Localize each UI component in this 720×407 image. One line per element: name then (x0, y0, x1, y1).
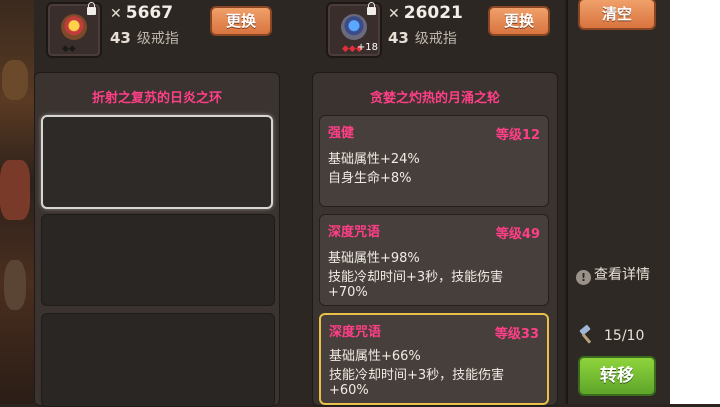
right-ring-slot[interactable]: ◆◆◆ +18 (326, 2, 382, 58)
affix-level: 等级33 (494, 327, 539, 342)
left-change-button[interactable]: 更换 (210, 6, 272, 36)
affix-line: 技能冷却时间+3秒，技能伤害 (329, 368, 505, 383)
details-link[interactable]: ! 查看详情 (576, 264, 650, 285)
right-item-type-label: 级戒指 (414, 31, 457, 47)
empty-affix-slot-selected[interactable] (41, 115, 273, 209)
source-affix-column: 折射之复苏的日炎之环 (34, 72, 280, 407)
left-power: ✕ 5667 (110, 3, 173, 23)
action-sidebar: 清空 ! 查看详情 15/10 转移 (566, 0, 672, 404)
affix-level: 等级12 (495, 128, 540, 143)
blank-edge (670, 0, 720, 404)
hammer-icon (578, 325, 596, 343)
right-change-button[interactable]: 更换 (488, 6, 550, 36)
right-power: ✕ 26021 (388, 3, 463, 23)
quality-pips: ◆◆ (62, 44, 76, 54)
left-ring-slot[interactable]: ◆◆ (46, 2, 102, 58)
affix-line: +70% (328, 285, 368, 300)
left-power-value: 5667 (125, 3, 174, 23)
affix-line: 基础属性+98% (328, 251, 420, 266)
crossed-swords-icon: ✕ (388, 6, 400, 22)
hammer-count: 15/10 (604, 328, 645, 344)
affix-line: 技能冷却时间+3秒，技能伤害 (328, 270, 504, 285)
hammer-counter: 15/10 (578, 325, 644, 344)
affix-card-selected[interactable]: 深度咒语 等级33 基础属性+66% 技能冷却时间+3秒，技能伤害 +60% (319, 313, 549, 405)
right-power-value: 26021 (403, 3, 463, 23)
lock-icon (87, 2, 96, 15)
info-icon: ! (576, 270, 591, 285)
affix-card[interactable]: 深度咒语 等级49 基础属性+98% 技能冷却时间+3秒，技能伤害 +70% (319, 214, 549, 306)
source-item-name: 折射之复苏的日炎之环 (91, 91, 222, 106)
left-item-type-label: 级戒指 (136, 31, 179, 47)
affix-line: 基础属性+66% (329, 349, 421, 364)
affix-line: +60% (329, 383, 369, 398)
affix-name: 深度咒语 (328, 225, 381, 240)
ring-icon (61, 14, 87, 40)
affix-line: 自身生命+8% (328, 171, 412, 186)
crossed-swords-icon: ✕ (110, 6, 122, 22)
affix-name: 强健 (328, 126, 355, 141)
left-item-level: 43 (110, 29, 131, 47)
clear-button[interactable]: 清空 (578, 0, 656, 30)
affix-level: 等级49 (495, 227, 540, 242)
ring-icon (341, 14, 367, 40)
right-item-level: 43 (388, 29, 409, 47)
details-label: 查看详情 (594, 267, 650, 283)
left-item-type: 43 级戒指 (110, 28, 179, 48)
affix-name: 深度咒语 (329, 325, 382, 340)
affix-line: 基础属性+24% (328, 152, 420, 167)
empty-affix-slot[interactable] (41, 214, 275, 306)
target-item-name: 贪婪之灼热的月涌之轮 (369, 91, 500, 106)
affix-card[interactable]: 强健 等级12 基础属性+24% 自身生命+8% (319, 115, 549, 207)
lock-icon (367, 2, 376, 15)
enhance-level: +18 (356, 42, 378, 53)
target-affix-column: 贪婪之灼热的月涌之轮 强健 等级12 基础属性+24% 自身生命+8% 深度咒语… (312, 72, 558, 406)
empty-affix-slot[interactable] (41, 313, 275, 407)
background-scenery (0, 0, 34, 404)
transfer-button[interactable]: 转移 (578, 356, 656, 396)
right-item-type: 43 级戒指 (388, 28, 457, 48)
transfer-panel: ◆◆ ✕ 5667 43 级戒指 更换 ◆◆◆ +18 ✕ 26021 43 级戒指 更… (34, 0, 564, 407)
